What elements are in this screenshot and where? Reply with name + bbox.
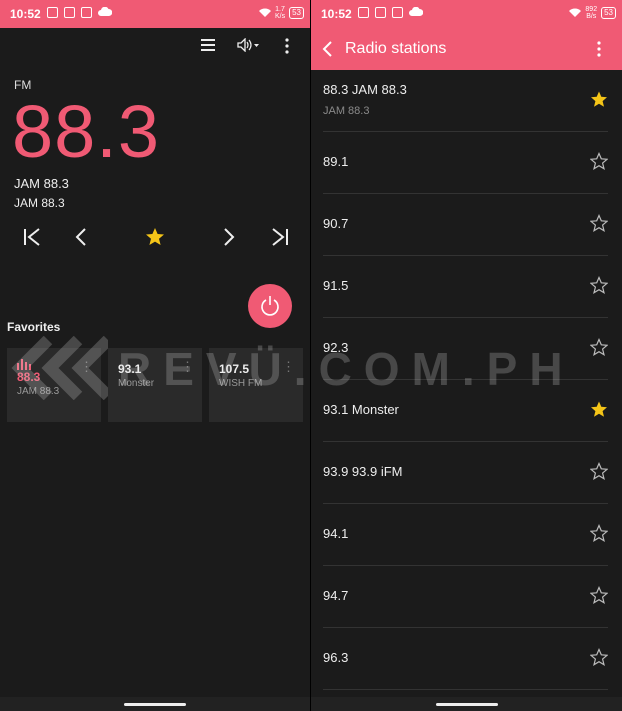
app-notification-icon: [81, 7, 92, 18]
station-title: 92.3: [323, 340, 349, 355]
battery-icon: 53: [289, 7, 304, 19]
station-row[interactable]: 93.9 93.9 iFM: [323, 442, 608, 504]
image-notification-icon: [47, 7, 58, 18]
star-outline-icon[interactable]: [590, 214, 608, 232]
station-title: 93.9 93.9 iFM: [323, 464, 403, 479]
net-speed-unit: B/s: [586, 13, 597, 20]
home-gesture-bar[interactable]: [435, 703, 498, 706]
seek-previous-icon[interactable]: [22, 226, 42, 248]
favorite-frequency: 107.5: [219, 362, 250, 376]
station-list-icon[interactable]: [201, 38, 215, 52]
station-name: JAM 88.3: [14, 176, 69, 191]
station-row[interactable]: 96.3: [323, 628, 608, 690]
station-title: 89.1: [323, 154, 349, 169]
net-speed-value: 892: [585, 6, 598, 13]
favorite-card[interactable]: 93.1 Monster ⋮: [108, 348, 202, 422]
app-bar: Radio stations: [311, 28, 622, 70]
battery-icon: 53: [601, 7, 616, 19]
station-row[interactable]: 94.1: [323, 504, 608, 566]
star-filled-icon[interactable]: [590, 400, 608, 418]
favorite-more-icon[interactable]: ⋮: [80, 360, 93, 373]
step-down-icon[interactable]: [74, 226, 88, 248]
station-title: 91.5: [323, 278, 349, 293]
current-frequency: 88.3: [12, 90, 161, 173]
star-outline-icon[interactable]: [590, 586, 608, 604]
station-row[interactable]: 88.3 JAM 88.3 JAM 88.3: [323, 70, 608, 132]
shirt-notification-icon: [64, 7, 75, 18]
wifi-icon: [569, 8, 582, 17]
back-arrow-icon[interactable]: [321, 40, 333, 58]
rds-text: JAM 88.3: [14, 196, 65, 210]
star-outline-icon[interactable]: [590, 152, 608, 170]
speaker-output-icon[interactable]: [237, 38, 261, 52]
favorite-frequency: 93.1: [118, 362, 142, 376]
star-filled-icon[interactable]: [590, 90, 608, 108]
radio-stations-screen: 10:52 892 B/s 53 Radio stations 88.3 JAM…: [311, 0, 622, 711]
favorite-frequency: 88.3: [17, 370, 41, 384]
more-options-icon[interactable]: [284, 38, 290, 54]
favorite-more-icon[interactable]: ⋮: [282, 360, 295, 373]
star-outline-icon[interactable]: [590, 524, 608, 542]
home-gesture-bar[interactable]: [124, 703, 186, 706]
station-row[interactable]: 90.7: [323, 194, 608, 256]
station-title: 94.7: [323, 588, 349, 603]
station-row[interactable]: 89.1: [323, 132, 608, 194]
navigation-bar: [0, 697, 310, 711]
net-speed-value: 1.7: [275, 6, 285, 13]
star-outline-icon[interactable]: [590, 276, 608, 294]
station-title: 94.1: [323, 526, 349, 541]
station-row[interactable]: 92.3: [323, 318, 608, 380]
cloud-icon: [409, 7, 423, 16]
favorite-star-icon[interactable]: [145, 226, 165, 248]
status-bar: 10:52 1.7 K/s 53: [0, 0, 310, 28]
favorite-more-icon[interactable]: ⋮: [181, 360, 194, 373]
page-title: Radio stations: [345, 40, 447, 57]
shirt-notification-icon: [375, 7, 386, 18]
fm-radio-player-screen: 10:52 1.7 K/s 53 FM 88.3 JAM 88.3 JAM 88…: [0, 0, 310, 711]
station-title: 88.3 JAM 88.3: [323, 82, 407, 97]
image-notification-icon: [358, 7, 369, 18]
station-title: 90.7: [323, 216, 349, 231]
status-time: 10:52: [321, 7, 352, 21]
station-row[interactable]: 93.1 Monster: [323, 380, 608, 442]
power-button[interactable]: [248, 284, 292, 328]
status-bar: 10:52 892 B/s 53: [311, 0, 622, 28]
favorite-card[interactable]: 88.3 JAM 88.3 ⋮: [7, 348, 101, 422]
station-title: 93.1 Monster: [323, 402, 399, 417]
favorite-name: JAM 88.3: [17, 386, 60, 397]
star-outline-icon[interactable]: [590, 648, 608, 666]
station-row[interactable]: 94.7: [323, 566, 608, 628]
app-notification-icon: [392, 7, 403, 18]
seek-next-icon[interactable]: [270, 226, 290, 248]
star-outline-icon[interactable]: [590, 462, 608, 480]
station-subtitle: JAM 88.3: [323, 105, 370, 117]
favorite-name: WISH FM: [219, 378, 263, 389]
net-speed-unit: K/s: [274, 13, 286, 20]
station-row[interactable]: 91.5: [323, 256, 608, 318]
favorites-heading: Favorites: [7, 320, 61, 334]
station-title: 96.3: [323, 650, 349, 665]
step-up-icon[interactable]: [222, 226, 236, 248]
cloud-icon: [98, 7, 112, 16]
status-time: 10:52: [10, 7, 41, 21]
station-list: 88.3 JAM 88.3 JAM 88.3 89.1 90.7 91.5 92.3 93.…: [311, 70, 622, 690]
player-toolbar: [0, 28, 310, 68]
favorite-name: Monster: [118, 378, 155, 389]
power-icon: [261, 296, 279, 316]
favorite-card[interactable]: 107.5 WISH FM ⋮: [209, 348, 303, 422]
more-options-icon[interactable]: [596, 41, 602, 57]
navigation-bar: [311, 697, 622, 711]
star-outline-icon[interactable]: [590, 338, 608, 356]
wifi-icon: [258, 8, 271, 17]
now-playing-bars-icon: [17, 359, 31, 370]
